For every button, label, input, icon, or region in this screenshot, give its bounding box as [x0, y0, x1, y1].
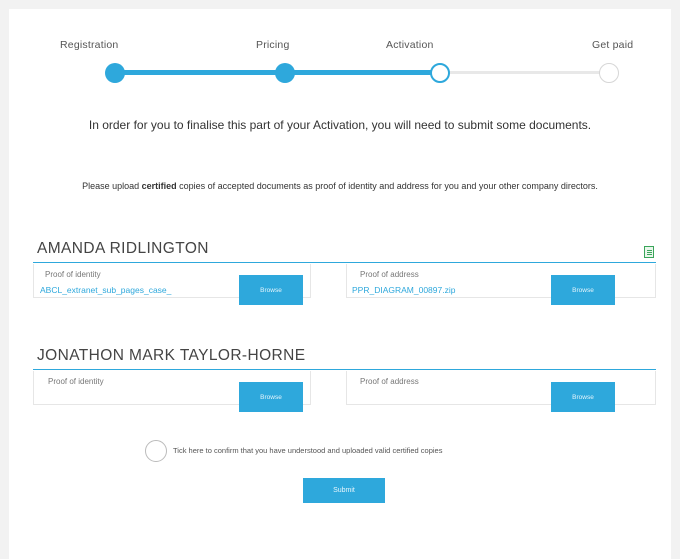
note-text-start: Please upload — [82, 181, 142, 191]
proof-of-identity-label: Proof of identity — [48, 377, 104, 386]
director-divider — [33, 369, 656, 370]
step-dot-pricing — [275, 63, 295, 83]
upload-instructions: Please upload certified copies of accept… — [70, 181, 610, 192]
director-name: JONATHON MARK TAYLOR-HORNE — [37, 347, 306, 364]
proof-of-address-label: Proof of address — [360, 377, 419, 386]
step-dot-activation — [430, 63, 450, 83]
browse-identity-button[interactable]: Browse — [239, 382, 303, 412]
step-label-pricing: Pricing — [256, 39, 290, 51]
director-name: AMANDA RIDLINGTON — [37, 240, 209, 257]
stepper-track-remaining — [440, 71, 610, 74]
browse-address-button[interactable]: Browse — [551, 275, 615, 305]
director-divider — [33, 262, 656, 263]
proof-of-address-filename: PPR_DIAGRAM_00897.zip — [352, 285, 456, 295]
step-label-get-paid: Get paid — [592, 39, 634, 51]
note-text-end: copies of accepted documents as proof of… — [176, 181, 598, 191]
proof-of-identity-label: Proof of identity — [45, 270, 101, 279]
note-text-bold: certified — [141, 181, 177, 191]
submit-button[interactable]: Submit — [303, 478, 385, 503]
confirm-label: Tick here to confirm that you have under… — [173, 446, 443, 455]
browse-address-button[interactable]: Browse — [551, 382, 615, 412]
step-label-registration: Registration — [60, 39, 119, 51]
confirm-checkbox[interactable] — [145, 440, 167, 462]
browse-identity-button[interactable]: Browse — [239, 275, 303, 305]
proof-of-address-label: Proof of address — [360, 270, 419, 279]
step-dot-get-paid — [599, 63, 619, 83]
document-icon[interactable] — [644, 246, 654, 258]
intro-text: In order for you to finalise this part o… — [88, 118, 592, 132]
proof-of-identity-filename: ABCL_extranet_sub_pages_case_ — [40, 285, 172, 295]
step-dot-registration — [105, 63, 125, 83]
step-label-activation: Activation — [386, 39, 434, 51]
